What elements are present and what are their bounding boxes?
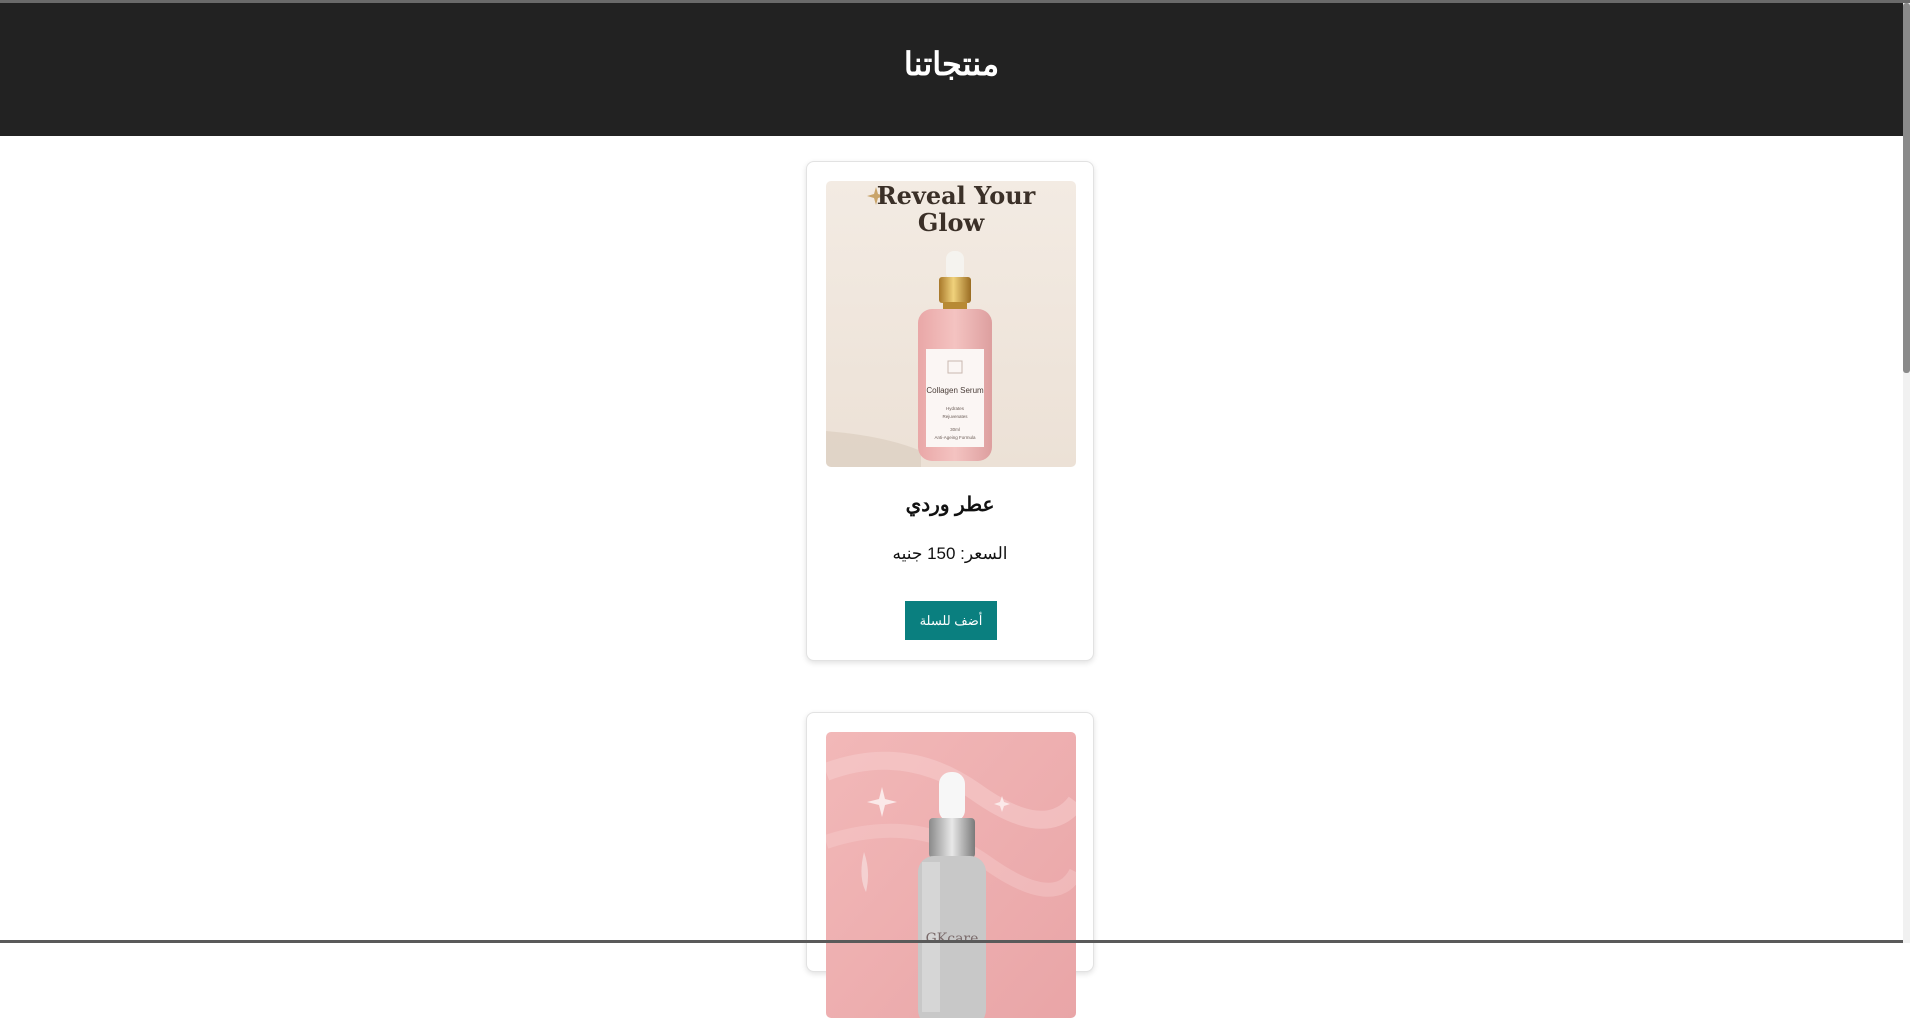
svg-text:Rejuvenates: Rejuvenates: [942, 414, 968, 419]
product-image: GKcare: [826, 732, 1076, 1018]
page-header: منتجاتنا: [0, 3, 1903, 136]
svg-text:Hydrates: Hydrates: [946, 406, 965, 411]
image-headline-1: Reveal Your: [877, 181, 1036, 210]
scrollbar-thumb[interactable]: [1903, 3, 1910, 373]
product-name: عطر وردي: [905, 494, 995, 516]
product-image: Reveal Your Glow Collagen Serum Hydrates…: [826, 181, 1076, 467]
image-headline-2: Glow: [918, 208, 986, 237]
svg-text:30ml: 30ml: [950, 427, 960, 432]
add-to-cart-button[interactable]: أضف للسلة: [905, 601, 997, 640]
product-price: السعر: 150 جنيه: [892, 544, 1008, 563]
page-title: منتجاتنا: [903, 45, 1000, 82]
svg-text:Anti-Ageing Formula: Anti-Ageing Formula: [934, 435, 976, 440]
bottle-label: Collagen Serum: [926, 386, 984, 395]
serum-bottle-image: GKcare: [826, 732, 1076, 1018]
product-card: GKcare: [806, 712, 1094, 1018]
vertical-scrollbar[interactable]: [1903, 3, 1910, 943]
product-card: Reveal Your Glow Collagen Serum Hydrates…: [806, 161, 1094, 661]
serum-bottle-image: Reveal Your Glow Collagen Serum Hydrates…: [826, 181, 1076, 467]
bottle-brand-label: GKcare: [926, 931, 979, 947]
